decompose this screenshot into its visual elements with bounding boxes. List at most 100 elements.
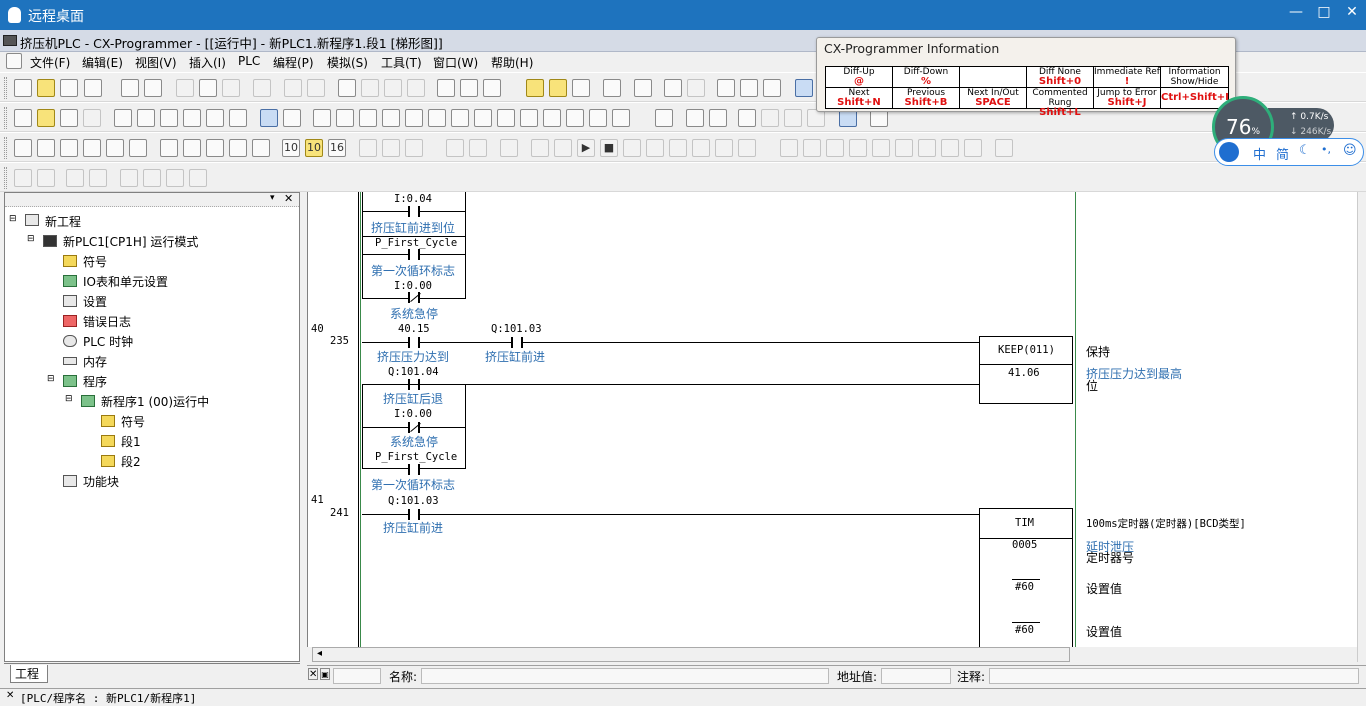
menu-edit[interactable]: 编辑(E)	[82, 54, 123, 71]
menu-help[interactable]: 帮助(H)	[491, 54, 533, 71]
breakpoint-icon[interactable]	[531, 139, 549, 157]
stack-icon[interactable]	[686, 109, 704, 127]
help-icon[interactable]	[460, 79, 478, 97]
mnemonic-view-icon[interactable]	[60, 139, 78, 157]
menu-file[interactable]: 文件(F)	[30, 54, 70, 71]
compare-icon[interactable]	[763, 79, 781, 97]
find-icon[interactable]	[338, 79, 356, 97]
step-icon[interactable]	[646, 139, 664, 157]
menu-program[interactable]: 编程(P)	[273, 54, 314, 71]
transfer-to-plc-icon[interactable]	[359, 139, 377, 157]
btn-i-icon[interactable]	[964, 139, 982, 157]
instruction-icon[interactable]	[520, 109, 538, 127]
step-in-icon[interactable]	[669, 139, 687, 157]
tree-item-settings[interactable]: 设置	[83, 293, 107, 310]
symbol-table-icon[interactable]	[260, 109, 278, 127]
open-icon[interactable]	[37, 79, 55, 97]
maximize-button[interactable]: □	[1312, 4, 1336, 24]
data-trace-icon[interactable]	[252, 139, 270, 157]
compile-icon[interactable]	[603, 79, 621, 97]
monitor-icon[interactable]	[572, 79, 590, 97]
scan-icon[interactable]	[738, 139, 756, 157]
tree-item-function-blocks[interactable]: 功能块	[83, 473, 119, 490]
zoom-icon[interactable]	[14, 109, 32, 127]
pause-sim-icon[interactable]	[623, 139, 641, 157]
ime-toolbar[interactable]: 中 简 ☾ •, ☺	[1214, 138, 1364, 166]
tab-project[interactable]: 工程	[10, 665, 49, 683]
warning-icon[interactable]	[526, 79, 544, 97]
redo-icon[interactable]	[307, 79, 325, 97]
output-close-icon[interactable]: ✕	[6, 690, 14, 701]
list-icon[interactable]	[160, 109, 178, 127]
preview-icon[interactable]	[144, 79, 162, 97]
address-ref-icon[interactable]	[129, 139, 147, 157]
toolbar-grip[interactable]	[4, 77, 7, 99]
save-icon[interactable]	[60, 79, 78, 97]
menu-tools[interactable]: 工具(T)	[381, 54, 422, 71]
tree-item-memory[interactable]: 内存	[83, 353, 107, 370]
tree-item-section-1[interactable]: 段1	[121, 433, 141, 450]
grid-icon[interactable]	[114, 109, 132, 127]
force-on-icon[interactable]	[784, 109, 802, 127]
paste-icon[interactable]	[222, 79, 240, 97]
r40-contact-5[interactable]	[408, 464, 420, 475]
ime-simplified[interactable]: 简	[1276, 144, 1289, 163]
replace-icon[interactable]	[361, 79, 379, 97]
tree-view-icon[interactable]	[229, 109, 247, 127]
toolbar-grip[interactable]	[4, 167, 7, 189]
hex-icon[interactable]: 16	[328, 139, 346, 157]
undo-icon[interactable]	[284, 79, 302, 97]
indent-icon[interactable]	[14, 169, 32, 187]
window-icon[interactable]	[14, 139, 32, 157]
contact-ornc-icon[interactable]	[405, 109, 423, 127]
btn-g-icon[interactable]	[918, 139, 936, 157]
btn-j-icon[interactable]	[995, 139, 1013, 157]
fb-edit-icon[interactable]	[143, 169, 161, 187]
prev-contact-3[interactable]	[408, 292, 420, 303]
pt-contact-icon[interactable]	[543, 109, 561, 127]
new-icon[interactable]	[14, 79, 32, 97]
binary-icon[interactable]: 10	[282, 139, 300, 157]
r40-contact-1[interactable]	[408, 337, 420, 348]
expand-programs-icon[interactable]: ⊟	[47, 374, 55, 384]
btn-e-icon[interactable]	[872, 139, 890, 157]
cross-ref-icon[interactable]	[407, 79, 425, 97]
memory-icon[interactable]	[709, 109, 727, 127]
expand-program1-icon[interactable]: ⊟	[65, 394, 73, 404]
close-button[interactable]: ✕	[1340, 4, 1364, 24]
sim-settings-icon[interactable]	[500, 139, 518, 157]
prev-contact-1[interactable]	[408, 206, 420, 217]
continuous-step-icon[interactable]	[715, 139, 733, 157]
toolbar-grip[interactable]	[4, 107, 7, 129]
tree-item-io-table[interactable]: IO表和单元设置	[83, 273, 168, 290]
tree-item-symbols[interactable]: 符号	[83, 253, 107, 270]
menu-insert[interactable]: 插入(I)	[189, 54, 226, 71]
watch-window-icon[interactable]	[106, 139, 124, 157]
force-icon[interactable]	[738, 109, 756, 127]
upload-icon[interactable]	[740, 79, 758, 97]
zoom-fit-icon[interactable]	[83, 109, 101, 127]
io-table-icon[interactable]	[795, 79, 813, 97]
ladder-horizontal-scrollbar[interactable]: ◂	[312, 647, 1070, 662]
panel-dropdown-icon[interactable]: ▾	[270, 193, 275, 203]
toolbar-grip[interactable]	[4, 137, 7, 159]
fb-monitor-icon[interactable]	[166, 169, 184, 187]
menu-simulate[interactable]: 模拟(S)	[327, 54, 368, 71]
menu-window[interactable]: 窗口(W)	[433, 54, 478, 71]
breakpoint-clear-icon[interactable]	[554, 139, 572, 157]
sim-stop-icon[interactable]	[469, 139, 487, 157]
io-comment-icon[interactable]	[183, 139, 201, 157]
tree-item-program1[interactable]: 新程序1 (00)运行中	[101, 393, 209, 410]
smile-icon[interactable]: ☺	[1343, 143, 1357, 158]
btn-h-icon[interactable]	[941, 139, 959, 157]
rung-icon[interactable]	[183, 109, 201, 127]
coil-nc-icon[interactable]	[497, 109, 515, 127]
prev-contact-2[interactable]	[408, 249, 420, 260]
r40-contact-2[interactable]	[511, 337, 523, 348]
cross-ref-window-icon[interactable]	[160, 139, 178, 157]
output-window-icon[interactable]	[83, 139, 101, 157]
stop-icon[interactable]: ■	[600, 139, 618, 157]
outdent-icon[interactable]	[37, 169, 55, 187]
contact-or-icon[interactable]	[382, 109, 400, 127]
fb-stop-icon[interactable]	[189, 169, 207, 187]
